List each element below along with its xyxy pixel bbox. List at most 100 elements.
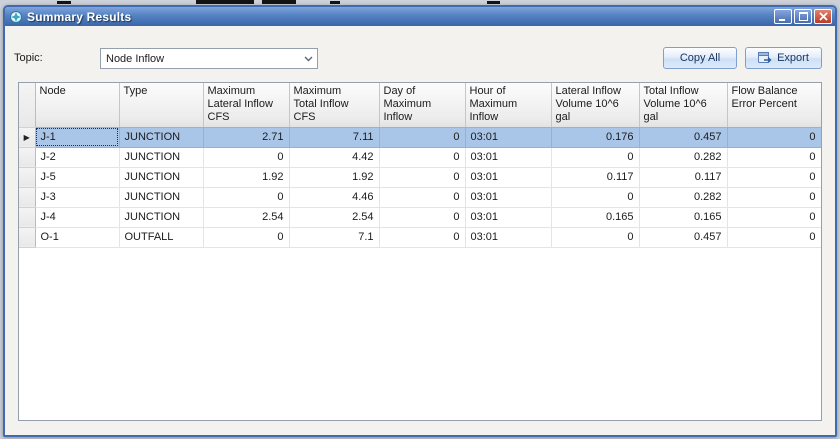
- column-header[interactable]: Maximum Total Inflow CFS: [289, 83, 380, 128]
- grid-cell[interactable]: 0: [551, 187, 640, 208]
- column-header[interactable]: Type: [119, 83, 204, 128]
- grid-row[interactable]: J-4 JUNCTION 2.54 2.54 0 03:01 0.165 0.165 0: [19, 207, 821, 228]
- results-table: Node Type Maximum Lateral Inflow CFS Maximu…: [19, 83, 821, 248]
- grid-cell[interactable]: 0.165: [639, 207, 728, 228]
- desktop-artifact: [487, 1, 500, 4]
- copy-all-button[interactable]: Copy All: [663, 47, 737, 69]
- column-header[interactable]: Maximum Lateral Inflow CFS: [203, 83, 290, 128]
- grid-cell[interactable]: J-5: [35, 167, 120, 188]
- grid-cell[interactable]: 0: [379, 127, 466, 148]
- window-client-area: Topic: Node Inflow Copy All Export Node …: [5, 26, 835, 435]
- grid-cell[interactable]: J-1: [35, 127, 120, 148]
- grid-row[interactable]: ▶ J-1 JUNCTION 2.71 7.11 0 03:01 0.176 0.457 0: [19, 127, 821, 148]
- row-indicator[interactable]: [19, 187, 36, 208]
- grid-cell[interactable]: 0: [379, 227, 466, 248]
- grid-cell[interactable]: 0.457: [639, 227, 728, 248]
- topic-label: Topic:: [14, 52, 43, 64]
- titlebar[interactable]: Summary Results: [5, 7, 835, 26]
- grid-cell[interactable]: JUNCTION: [119, 187, 204, 208]
- results-grid: Node Type Maximum Lateral Inflow CFS Maximu…: [18, 82, 822, 421]
- row-indicator[interactable]: [19, 227, 36, 248]
- grid-row[interactable]: O-1 OUTFALL 0 7.1 0 03:01 0 0.457 0: [19, 227, 821, 248]
- grid-cell[interactable]: 0: [203, 187, 290, 208]
- grid-cell[interactable]: 03:01: [465, 207, 552, 228]
- grid-cell[interactable]: 4.46: [289, 187, 380, 208]
- grid-cell[interactable]: 03:01: [465, 227, 552, 248]
- grid-cell[interactable]: 0: [379, 187, 466, 208]
- grid-header-row: Node Type Maximum Lateral Inflow CFS Maximu…: [19, 83, 821, 128]
- grid-cell[interactable]: 0: [203, 147, 290, 168]
- chevron-down-icon: [300, 49, 317, 68]
- grid-cell[interactable]: 0: [379, 207, 466, 228]
- grid-cell[interactable]: JUNCTION: [119, 207, 204, 228]
- grid-cell[interactable]: 7.1: [289, 227, 380, 248]
- grid-cell[interactable]: OUTFALL: [119, 227, 204, 248]
- grid-cell[interactable]: 0: [379, 167, 466, 188]
- grid-row[interactable]: J-5 JUNCTION 1.92 1.92 0 03:01 0.117 0.117 0: [19, 167, 821, 188]
- grid-cell[interactable]: 0.117: [639, 167, 728, 188]
- column-header[interactable]: Node: [35, 83, 120, 128]
- topic-dropdown-value: Node Inflow: [106, 52, 165, 65]
- column-header[interactable]: Total Inflow Volume 10^6 gal: [639, 83, 728, 128]
- grid-cell[interactable]: 0: [727, 207, 821, 228]
- export-label: Export: [777, 52, 809, 64]
- grid-cell[interactable]: 4.42: [289, 147, 380, 168]
- grid-cell[interactable]: 03:01: [465, 167, 552, 188]
- grid-cell[interactable]: J-2: [35, 147, 120, 168]
- grid-row[interactable]: J-3 JUNCTION 0 4.46 0 03:01 0 0.282 0: [19, 187, 821, 208]
- grid-cell[interactable]: 2.54: [203, 207, 290, 228]
- grid-cell[interactable]: 0: [551, 147, 640, 168]
- grid-cell[interactable]: 03:01: [465, 127, 552, 148]
- grid-cell[interactable]: 1.92: [289, 167, 380, 188]
- grid-cell[interactable]: 0: [379, 147, 466, 168]
- desktop-artifact: [57, 1, 71, 4]
- app-icon: [9, 10, 23, 24]
- close-button[interactable]: [814, 9, 832, 24]
- copy-all-label: Copy All: [679, 52, 721, 64]
- minimize-button[interactable]: [774, 9, 792, 24]
- grid-cell[interactable]: 0: [551, 227, 640, 248]
- grid-cell[interactable]: 0.282: [639, 147, 728, 168]
- grid-cell[interactable]: 0: [203, 227, 290, 248]
- grid-cell[interactable]: 03:01: [465, 187, 552, 208]
- column-header[interactable]: Hour of Maximum Inflow: [465, 83, 552, 128]
- export-icon: [758, 51, 772, 65]
- desktop-artifact: [330, 1, 340, 4]
- column-header[interactable]: Flow Balance Error Percent: [727, 83, 821, 128]
- grid-cell[interactable]: 0: [727, 147, 821, 168]
- grid-cell[interactable]: 1.92: [203, 167, 290, 188]
- grid-cell[interactable]: 0.165: [551, 207, 640, 228]
- grid-cell[interactable]: 0.457: [639, 127, 728, 148]
- row-indicator[interactable]: [19, 207, 36, 228]
- desktop-artifact: [262, 0, 296, 4]
- column-header[interactable]: Lateral Inflow Volume 10^6 gal: [551, 83, 640, 128]
- grid-cell[interactable]: 7.11: [289, 127, 380, 148]
- grid-cell[interactable]: 2.71: [203, 127, 290, 148]
- grid-cell[interactable]: 0: [727, 227, 821, 248]
- grid-cell[interactable]: 0: [727, 127, 821, 148]
- row-indicator[interactable]: ▶: [19, 127, 36, 148]
- grid-cell[interactable]: 0.117: [551, 167, 640, 188]
- grid-cell[interactable]: JUNCTION: [119, 147, 204, 168]
- grid-cell[interactable]: 03:01: [465, 147, 552, 168]
- grid-cell[interactable]: JUNCTION: [119, 127, 204, 148]
- grid-cell[interactable]: 0.282: [639, 187, 728, 208]
- grid-cell[interactable]: J-4: [35, 207, 120, 228]
- export-button[interactable]: Export: [745, 47, 822, 69]
- grid-cell[interactable]: J-3: [35, 187, 120, 208]
- grid-cell[interactable]: 0: [727, 167, 821, 188]
- column-header[interactable]: Day of Maximum Inflow: [379, 83, 466, 128]
- desktop-artifact: [196, 0, 254, 4]
- grid-cell[interactable]: O-1: [35, 227, 120, 248]
- maximize-button[interactable]: [794, 9, 812, 24]
- window-controls: [774, 9, 832, 24]
- row-indicator[interactable]: [19, 147, 36, 168]
- grid-cell[interactable]: JUNCTION: [119, 167, 204, 188]
- grid-row[interactable]: J-2 JUNCTION 0 4.42 0 03:01 0 0.282 0: [19, 147, 821, 168]
- grid-cell[interactable]: 0: [727, 187, 821, 208]
- row-indicator-header: [19, 83, 36, 128]
- grid-cell[interactable]: 0.176: [551, 127, 640, 148]
- row-indicator[interactable]: [19, 167, 36, 188]
- topic-dropdown[interactable]: Node Inflow: [100, 48, 318, 69]
- grid-cell[interactable]: 2.54: [289, 207, 380, 228]
